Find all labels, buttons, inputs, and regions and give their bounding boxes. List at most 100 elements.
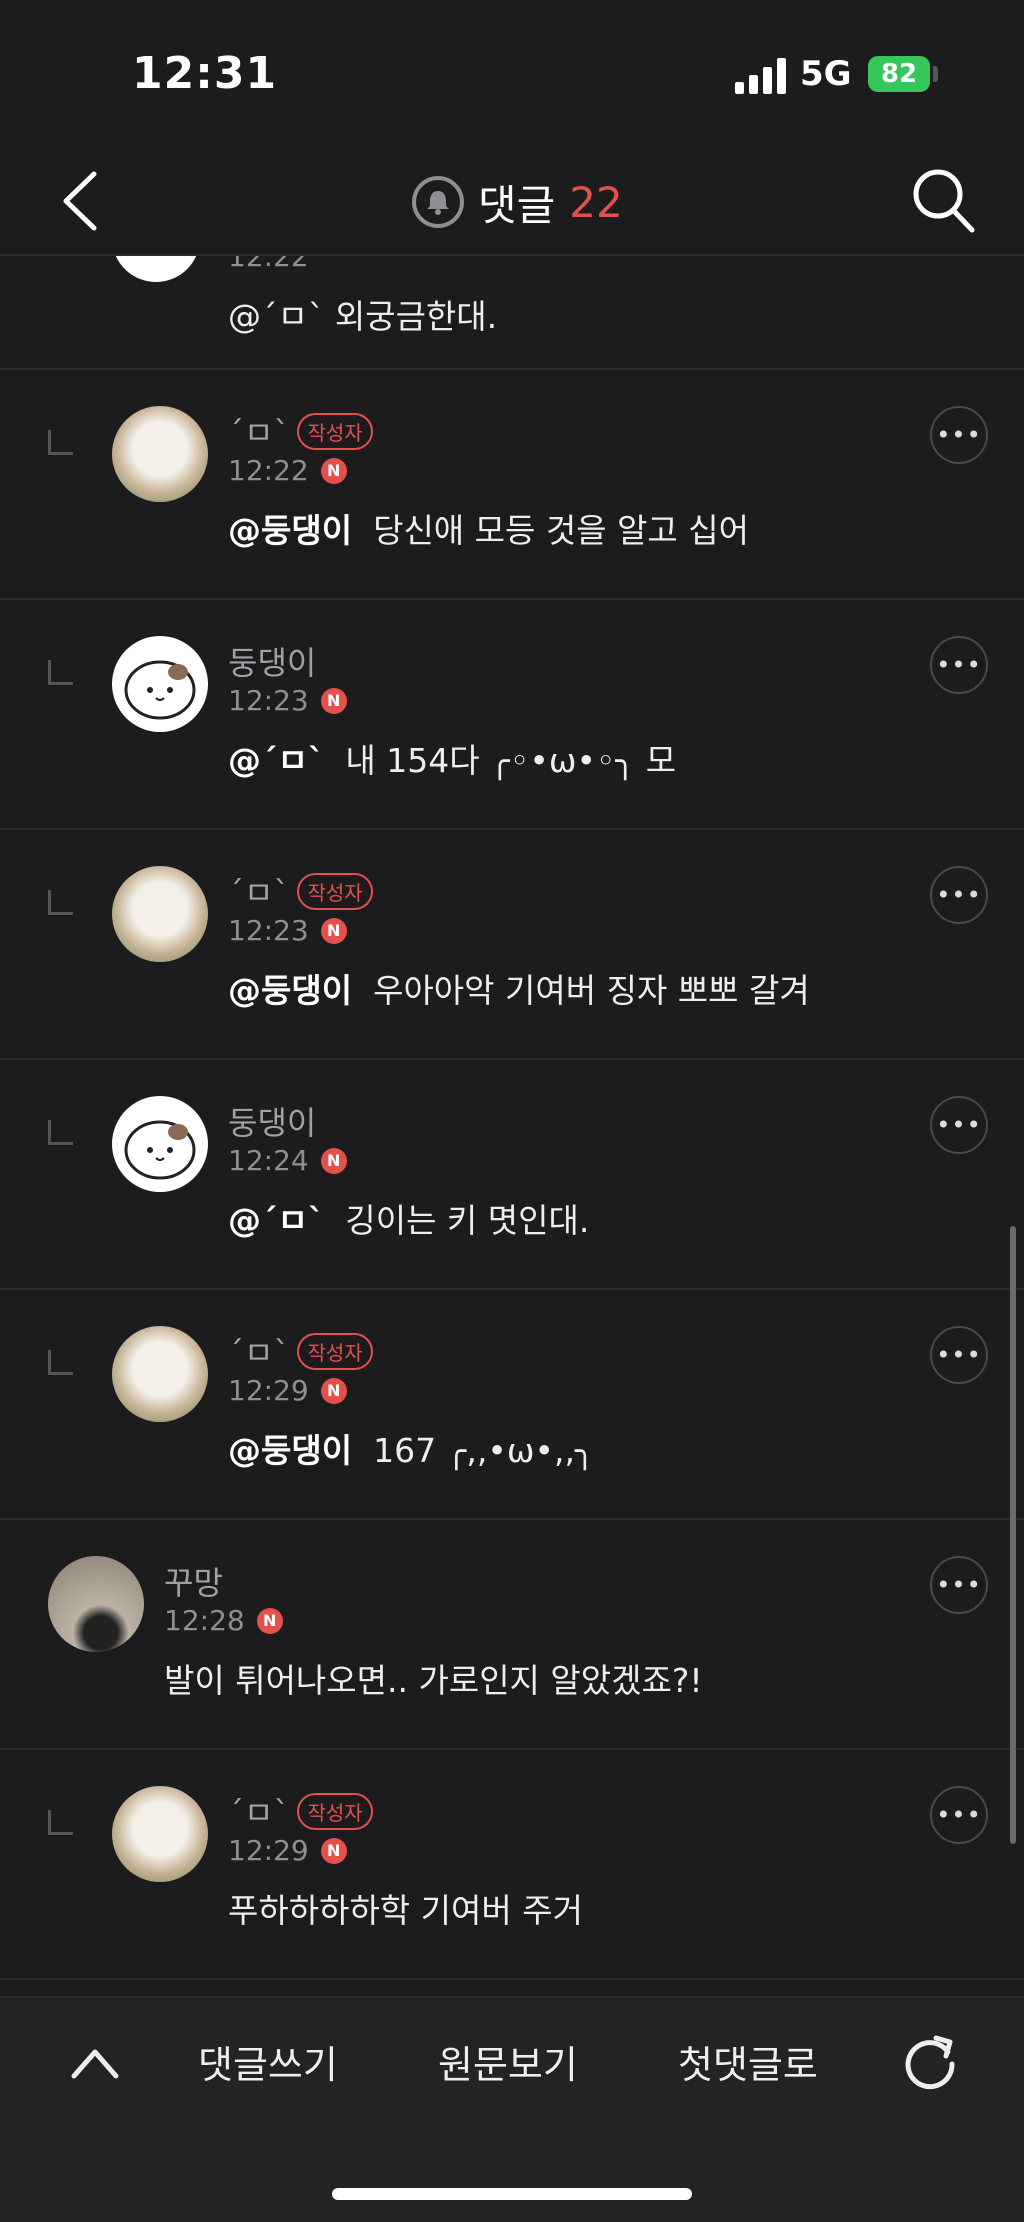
more-icon: ••• [936,1111,982,1139]
more-options-button[interactable]: ••• [930,406,988,464]
more-options-button[interactable]: ••• [930,1096,988,1154]
mention[interactable]: @´ㅁ` [228,1201,324,1240]
comment-body: 167 ╭,,•ω•,,╮ [373,1431,595,1470]
comment-author[interactable]: ´ㅁ` [228,868,289,914]
mention[interactable]: @둥댕이 [228,1431,352,1470]
name-row: ´ㅁ` 작성자 [228,868,373,914]
comment-author[interactable]: 둥댕이 [228,638,316,684]
reply-indicator-icon [48,430,73,455]
back-chevron-icon[interactable] [56,168,106,234]
comment-meta: 12:23 N [228,914,347,947]
network-type: 5G [800,54,852,94]
comment-body: 당신애 모등 것을 알고 십어 [373,511,749,550]
author-badge: 작성자 [297,1332,373,1370]
more-icon: ••• [936,881,982,909]
author-badge: 작성자 [297,412,373,450]
comment-body: 깅이는 키 몃인대. [345,1201,590,1240]
mention[interactable]: @둥댕이 [228,511,352,550]
search-icon[interactable] [910,166,976,236]
comment-meta: 12:29 N [228,1834,347,1867]
avatar[interactable] [112,866,208,962]
mention[interactable]: @둥댕이 [228,971,352,1010]
refresh-icon[interactable] [900,2030,960,2090]
view-original-button[interactable]: 원문보기 [438,2034,578,2089]
more-options-button[interactable]: ••• [930,1326,988,1384]
comment-list[interactable]: 12:22 @´ㅁ` 외궁금한대. ´ㅁ` 작성자 12:22 N @둥댕이 당… [0,254,1024,1980]
comment-item: ´ㅁ` 작성자 12:29 N 푸하하하하학 기여버 주거 ••• [0,1750,1024,1980]
comment-body: 내 154다 ╭◦•ω•◦╮ 모 [345,741,677,780]
name-row: 꾸망 [164,1558,223,1604]
page-title: 댓글 22 [412,170,623,234]
comment-text: @둥댕이 당신애 모등 것을 알고 십어 [228,504,749,552]
more-icon: ••• [936,651,982,679]
new-badge: N [320,687,347,714]
new-badge: N [320,457,347,484]
comment-author[interactable]: 둥댕이 [228,1098,316,1144]
comment-author[interactable]: ´ㅁ` [228,1328,289,1374]
comment-item: 꾸망 12:28 N 발이 튀어나오면.. 가로인지 알았겠죠?! ••• [0,1520,1024,1750]
comment-meta: 12:23 N [228,684,347,717]
comment-item: 둥댕이 12:23 N @´ㅁ` 내 154다 ╭◦•ω•◦╮ 모 ••• [0,600,1024,830]
comment-author[interactable]: 꾸망 [164,1558,223,1604]
scroll-up-chevron-icon[interactable] [70,2042,120,2082]
write-comment-button[interactable]: 댓글쓰기 [198,2034,338,2089]
comment-item: ´ㅁ` 작성자 12:29 N @둥댕이 167 ╭,,•ω•,,╮ ••• [0,1290,1024,1520]
avatar[interactable] [112,636,208,732]
avatar[interactable] [112,406,208,502]
comment-body: 우아아악 기여버 징자 뽀뽀 갈겨 [373,971,810,1010]
comment-time: 12:23 [228,914,309,947]
battery-level: 82 [880,59,918,89]
comment-time: 12:24 [228,1144,309,1177]
comment-time: 12:23 [228,684,309,717]
avatar[interactable] [112,254,200,282]
comment-item: 둥댕이 12:24 N @´ㅁ` 깅이는 키 몃인대. ••• [0,1060,1024,1290]
name-row: ´ㅁ` 작성자 [228,408,373,454]
mention[interactable]: @´ㅁ` [228,741,324,780]
comment-text: 발이 튀어나오면.. 가로인지 알았겠죠?! [164,1661,703,1700]
avatar[interactable] [48,1556,144,1652]
avatar[interactable] [112,1786,208,1882]
bottom-toolbar: 댓글쓰기 원문보기 첫댓글로 [0,1996,1024,2222]
first-comment-button[interactable]: 첫댓글로 [678,2034,818,2089]
battery-icon: 82 [868,56,930,92]
scrollbar[interactable] [1010,1226,1016,1844]
comment-meta: 12:28 N [164,1604,283,1637]
avatar[interactable] [112,1326,208,1422]
comment-time: 12:29 [228,1834,309,1867]
more-icon: ••• [936,1571,982,1599]
home-indicator[interactable] [332,2188,692,2200]
comment-meta: 12:22 N [228,454,347,487]
bell-icon[interactable] [412,176,464,228]
more-options-button[interactable]: ••• [930,1556,988,1614]
new-badge: N [320,917,347,944]
more-icon: ••• [936,1801,982,1829]
signal-icon [735,58,786,94]
comment-time: 12:29 [228,1374,309,1407]
more-options-button[interactable]: ••• [930,866,988,924]
comment-time: 12:28 [164,1604,245,1637]
avatar[interactable] [112,1096,208,1192]
comment-text: 푸하하하하학 기여버 주거 [228,1891,583,1930]
more-options-button[interactable]: ••• [930,1786,988,1844]
more-options-button[interactable]: ••• [930,636,988,694]
comment-count: 22 [569,177,623,227]
reply-indicator-icon [48,1120,73,1145]
battery-cap [933,66,938,82]
reply-indicator-icon [48,890,73,915]
new-badge: N [320,1837,347,1864]
name-row: 둥댕이 [228,638,316,684]
comment-text: @둥댕이 167 ╭,,•ω•,,╮ [228,1424,595,1472]
name-row: ´ㅁ` 작성자 [228,1328,373,1374]
title-text: 댓글 [478,180,556,230]
new-badge: N [320,1147,347,1174]
reply-indicator-icon [48,1350,73,1375]
reply-indicator-icon [48,1810,73,1835]
more-icon: ••• [936,1341,982,1369]
comment-author[interactable]: ´ㅁ` [228,408,289,454]
comment-author[interactable]: ´ㅁ` [228,1788,289,1834]
comment-time: 12:22 [228,254,309,273]
comment-item: ´ㅁ` 작성자 12:22 N @둥댕이 당신애 모등 것을 알고 십어 ••• [0,370,1024,600]
comment-text: @둥댕이 우아아악 기여버 징자 뽀뽀 갈겨 [228,964,810,1012]
reply-indicator-icon [48,660,73,685]
top-navbar: 댓글 22 [0,150,1024,256]
